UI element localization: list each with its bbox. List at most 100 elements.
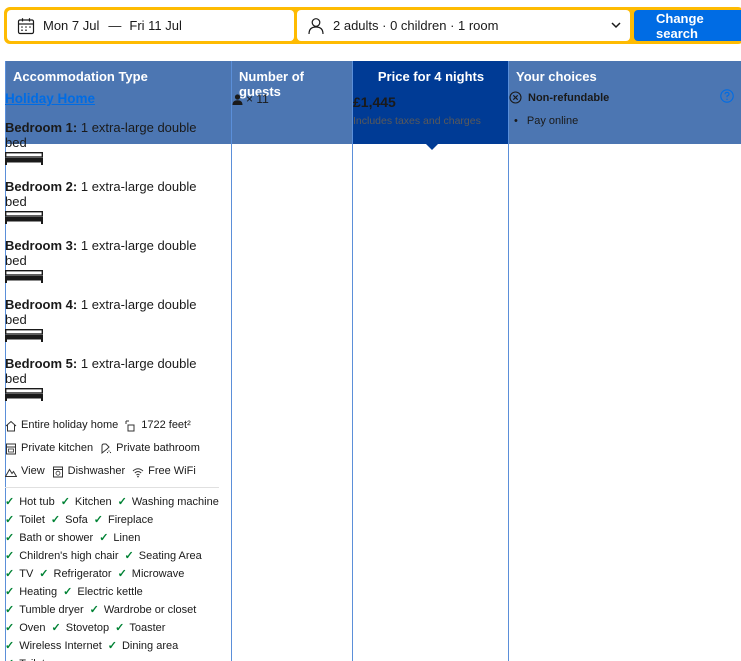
divider — [5, 487, 219, 488]
bed-icon — [5, 329, 43, 342]
room-name-link[interactable]: Holiday Home — [5, 91, 220, 106]
amenity-item: Linen — [99, 529, 140, 547]
price-cell: £1,445 Includes taxes and charges — [353, 94, 481, 127]
dishwasher-icon — [52, 466, 63, 477]
amenity-row: Oven Stovetop Toaster — [5, 619, 220, 637]
date-separator: — — [108, 18, 122, 33]
column-divider — [231, 61, 232, 661]
feature-item: 1722 feet² — [125, 414, 191, 437]
feature-list: Entire holiday home 1722 feet² Private k… — [5, 414, 220, 483]
feature-item: Private kitchen — [5, 437, 93, 460]
guest-number: 11 — [256, 92, 269, 106]
amenity-list: Hot tub Kitchen Washing machine Toilet Sofa F… — [5, 493, 220, 661]
feature-label: View — [21, 465, 45, 477]
bed-icon — [5, 388, 43, 401]
policy-label: Non-refundable — [528, 91, 610, 104]
amenity-row: TV Refrigerator Microwave — [5, 565, 220, 583]
amenity-item: Toaster — [115, 619, 165, 637]
choices-cell: Non-refundable Pay online — [509, 91, 736, 127]
change-search-button[interactable]: Change search — [634, 10, 741, 41]
bedroom-label: Bedroom 3: — [5, 238, 78, 253]
calendar-icon — [17, 17, 35, 34]
amenity-row: Wireless Internet Dining area — [5, 637, 220, 655]
amenity-item: Sofa — [51, 511, 88, 529]
amenity-item: Wireless Internet — [5, 637, 102, 655]
amenity-item: Toilet — [5, 511, 45, 529]
person-icon — [308, 17, 324, 34]
guest-multiplier: × — [246, 92, 254, 106]
dates-field[interactable]: Mon 7 Jul — Fri 11 Jul — [7, 10, 294, 41]
amenity-item: Washing machine — [118, 493, 219, 511]
bedroom-label: Bedroom 5: — [5, 356, 78, 371]
price-sort-indicator — [425, 143, 439, 150]
bedroom-item: Bedroom 2: 1 extra-large double bed — [5, 179, 220, 224]
amenity-row: Toilet paper — [5, 655, 220, 661]
amenity-row: Hot tub Kitchen Washing machine — [5, 493, 220, 511]
column-divider — [508, 61, 509, 661]
amenity-item: Hot tub — [5, 493, 54, 511]
amenity-row: Tumble dryer Wardrobe or closet — [5, 601, 220, 619]
no-refund-icon — [509, 91, 522, 104]
amenity-item: Heating — [5, 583, 57, 601]
amenity-item: Bath or shower — [5, 529, 93, 547]
policy-item: Non-refundable — [509, 91, 736, 104]
amenity-item: Microwave — [118, 565, 185, 583]
bed-icon — [5, 270, 43, 283]
occupancy-field[interactable]: 2 adults · 0 children · 1 room — [297, 10, 630, 41]
shower-icon — [101, 443, 112, 454]
accommodation-cell: Holiday Home Bedroom 1: 1 extra-large do… — [5, 91, 220, 661]
amenity-row: Bath or shower Linen — [5, 529, 220, 547]
bedroom-label: Bedroom 1: — [5, 120, 78, 135]
amenity-item: Kitchen — [61, 493, 112, 511]
amenity-item: Electric kettle — [63, 583, 142, 601]
bedroom-label: Bedroom 4: — [5, 297, 78, 312]
bed-icon — [5, 211, 43, 224]
amenity-row: Children's high chair Seating Area — [5, 547, 220, 565]
amenity-item: Toilet paper — [5, 655, 76, 661]
price-note: Includes taxes and charges — [353, 115, 481, 127]
person-icon — [232, 93, 243, 105]
bedroom-item: Bedroom 1: 1 extra-large double bed — [5, 120, 220, 165]
feature-item: Private bathroom — [100, 437, 200, 460]
help-icon[interactable] — [720, 89, 734, 103]
amenity-item: Fireplace — [94, 511, 153, 529]
mountain-icon — [5, 468, 17, 477]
feature-item: View — [5, 460, 45, 483]
bedroom-item: Bedroom 4: 1 extra-large double bed — [5, 297, 220, 342]
chevron-down-icon[interactable] — [610, 19, 622, 31]
amenity-item: Seating Area — [125, 547, 202, 565]
amenity-item: Children's high chair — [5, 547, 118, 565]
payment-item: Pay online — [514, 115, 736, 127]
check-in-date: Mon 7 Jul — [43, 18, 100, 33]
amenity-item: Dining area — [108, 637, 178, 655]
wifi-icon — [132, 467, 144, 477]
column-divider — [352, 61, 353, 661]
feature-label: Private kitchen — [21, 442, 94, 454]
feature-label: Entire holiday home — [21, 419, 119, 431]
amenity-row: Heating Electric kettle — [5, 583, 220, 601]
bedroom-label: Bedroom 2: — [5, 179, 78, 194]
amenity-row: Toilet Sofa Fireplace — [5, 511, 220, 529]
bedroom-item: Bedroom 5: 1 extra-large double bed — [5, 356, 220, 401]
feature-label: Free WiFi — [148, 465, 196, 477]
amenity-item: Tumble dryer — [5, 601, 83, 619]
feature-label: Dishwasher — [67, 465, 126, 477]
search-bar: Mon 7 Jul — Fri 11 Jul 2 adults · 0 chil… — [4, 7, 741, 44]
size-icon — [125, 420, 135, 431]
home-icon — [5, 420, 17, 431]
feature-label: 1722 feet² — [141, 419, 191, 431]
bedroom-list: Bedroom 1: 1 extra-large double bed Bedro… — [5, 120, 220, 401]
feature-item: Entire holiday home — [5, 414, 118, 437]
amenity-item: Refrigerator — [39, 565, 112, 583]
kitchen-icon — [6, 443, 16, 454]
check-out-date: Fri 11 Jul — [129, 18, 182, 33]
price-amount: £1,445 — [353, 94, 396, 110]
amenity-item: Wardrobe or closet — [90, 601, 197, 619]
amenity-item: Stovetop — [52, 619, 109, 637]
feature-label: Private bathroom — [116, 442, 200, 454]
feature-item: Free WiFi — [132, 460, 196, 483]
occupancy-value: 2 adults · 0 children · 1 room — [333, 18, 499, 33]
bedroom-item: Bedroom 3: 1 extra-large double bed — [5, 238, 220, 283]
amenity-item: Oven — [5, 619, 45, 637]
feature-item: Dishwasher — [52, 460, 125, 483]
